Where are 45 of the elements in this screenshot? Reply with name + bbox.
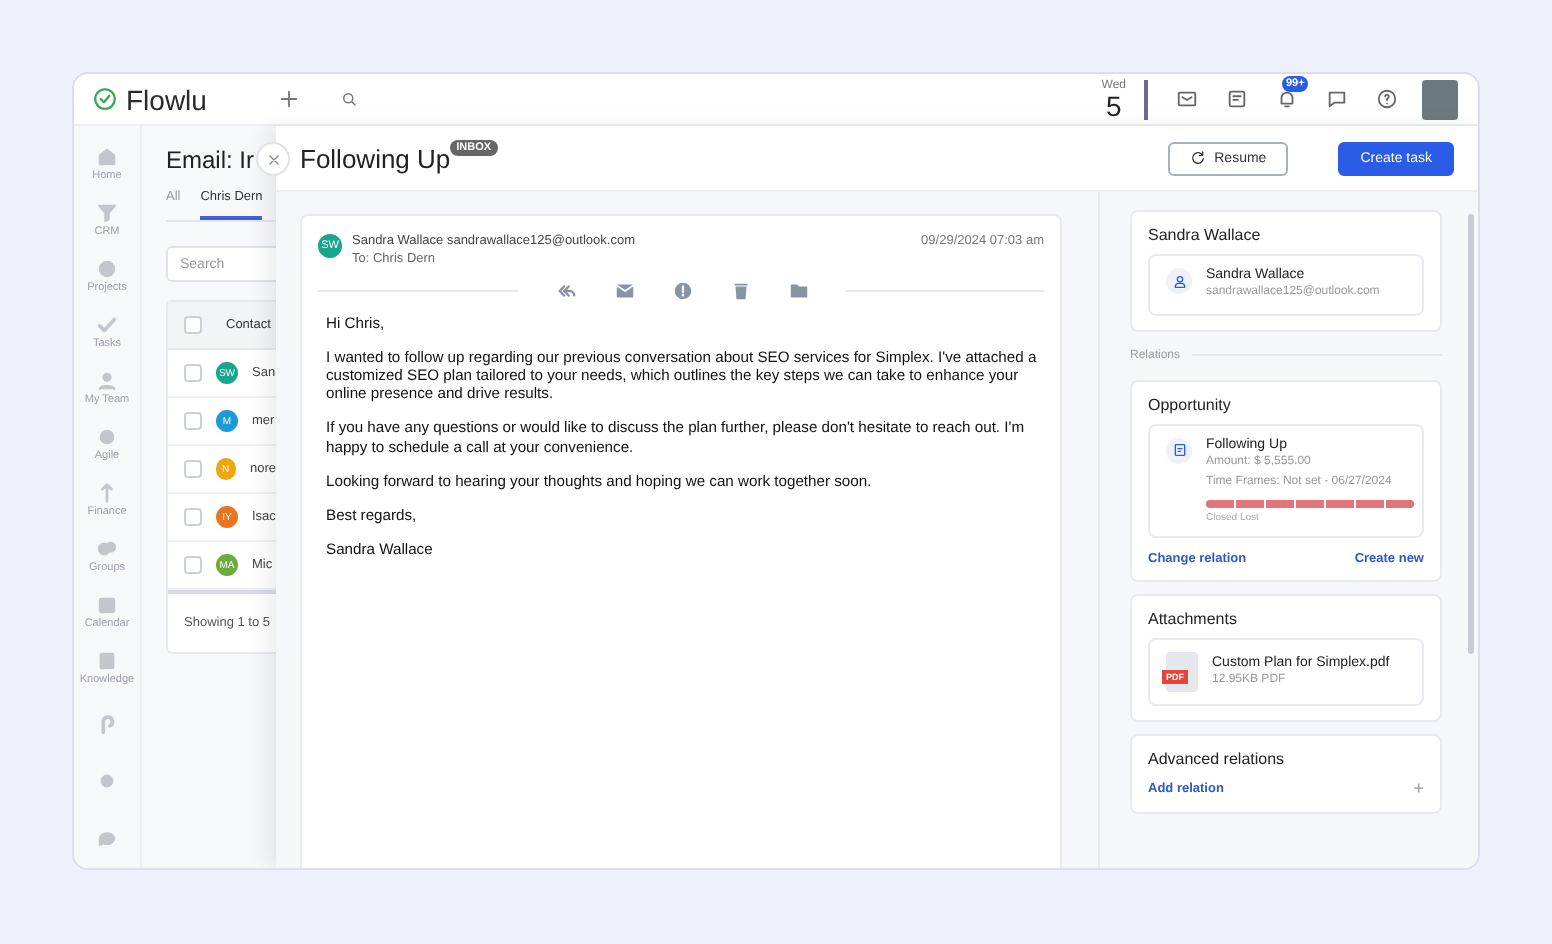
person-icon bbox=[1171, 273, 1187, 289]
card-title: Advanced relations bbox=[1148, 750, 1287, 769]
select-all-checkbox[interactable] bbox=[184, 316, 202, 334]
house-icon bbox=[95, 146, 118, 168]
checkmark-icon bbox=[96, 314, 118, 336]
circle-icon bbox=[95, 426, 118, 448]
row-checkbox[interactable] bbox=[184, 412, 202, 430]
refresh-icon bbox=[1190, 150, 1207, 166]
bell-icon bbox=[1276, 88, 1298, 110]
row-checkbox[interactable] bbox=[184, 364, 202, 382]
app-logo-text: Flowlu bbox=[126, 83, 207, 115]
check-circle-logo-icon bbox=[92, 86, 118, 112]
plus-icon bbox=[278, 88, 301, 110]
row-checkbox[interactable] bbox=[184, 460, 202, 478]
funnel-icon bbox=[96, 202, 118, 224]
folder-icon bbox=[787, 280, 809, 302]
person-icon bbox=[96, 370, 118, 392]
circles-icon bbox=[95, 538, 118, 560]
chat-icon bbox=[1326, 88, 1348, 110]
envelope-icon bbox=[613, 280, 635, 302]
circle-icon bbox=[96, 258, 118, 280]
trash-icon bbox=[729, 280, 751, 302]
row-checkbox[interactable] bbox=[184, 556, 202, 574]
mail-icon bbox=[1176, 88, 1198, 110]
card-title: Opportunity bbox=[1148, 395, 1233, 414]
card-title: Sandra Wallace bbox=[1148, 226, 1263, 244]
hook-icon bbox=[96, 713, 118, 735]
note-icon bbox=[1226, 88, 1248, 110]
drawer-title: Following Up bbox=[300, 143, 451, 173]
book-icon bbox=[96, 650, 118, 672]
calendar-icon bbox=[95, 594, 118, 616]
search-icon bbox=[340, 90, 359, 108]
page-title: Email: Ir bbox=[166, 146, 255, 174]
help-icon bbox=[1376, 88, 1398, 110]
day-number: 5 bbox=[1105, 91, 1122, 119]
card-title: Attachments bbox=[1148, 610, 1239, 629]
row-checkbox[interactable] bbox=[184, 508, 202, 526]
alert-icon bbox=[671, 280, 693, 302]
reply-all-icon bbox=[553, 280, 577, 302]
add-button[interactable]: + bbox=[1413, 778, 1424, 799]
close-button[interactable] bbox=[256, 142, 290, 176]
document-icon bbox=[1171, 442, 1187, 459]
close-icon bbox=[265, 151, 281, 167]
arrow-icon bbox=[95, 482, 118, 504]
user-avatar[interactable] bbox=[1422, 79, 1458, 119]
